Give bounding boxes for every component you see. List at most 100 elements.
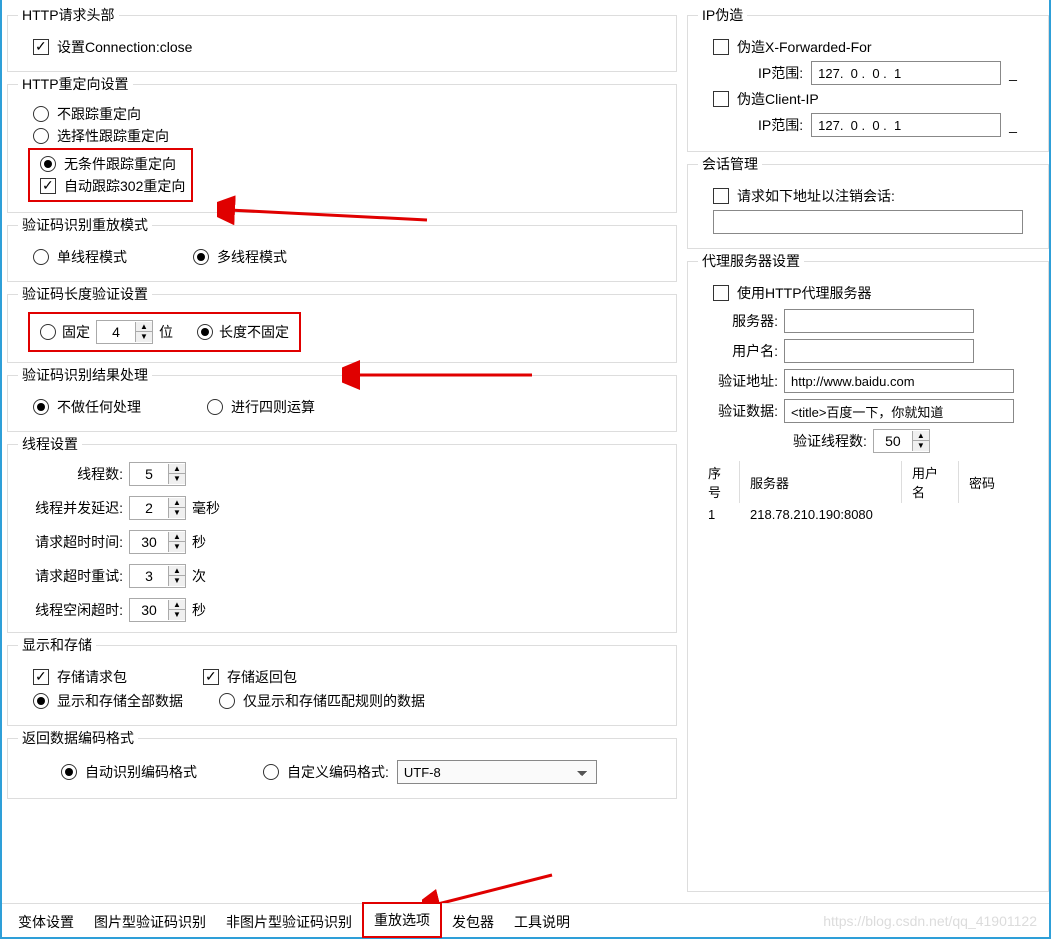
dash-label: _ — [1009, 65, 1017, 81]
thread-timeout-spinner[interactable]: ▲▼ — [129, 530, 186, 554]
storage-group: 显示和存储 存储请求包 存储返回包 显示和存储全部数据 仅显示和存储匹配规则的数… — [7, 635, 677, 726]
use-proxy-checkbox[interactable] — [713, 285, 729, 301]
store-resp-label: 存储返回包 — [227, 667, 297, 687]
up-icon[interactable]: ▲ — [169, 464, 185, 474]
down-icon[interactable]: ▼ — [913, 441, 929, 451]
http-header-legend: HTTP请求头部 — [18, 5, 119, 25]
down-icon[interactable]: ▼ — [169, 576, 185, 586]
redirect-selective-radio[interactable] — [33, 128, 49, 144]
tab-variant[interactable]: 变体设置 — [8, 905, 84, 938]
tab-image-captcha[interactable]: 图片型验证码识别 — [84, 905, 216, 938]
store-resp-checkbox[interactable] — [203, 669, 219, 685]
conn-close-label: 设置Connection:close — [57, 37, 192, 57]
redirect-unconditional-label: 无条件跟踪重定向 — [64, 154, 176, 174]
up-icon[interactable]: ▲ — [913, 431, 929, 441]
auto302-checkbox[interactable] — [40, 178, 56, 194]
show-all-radio[interactable] — [33, 693, 49, 709]
thread-timeout-input[interactable] — [130, 532, 168, 552]
encoding-select[interactable]: UTF-8 — [397, 760, 597, 784]
verify-threads-input[interactable] — [874, 431, 912, 451]
fixed-len-input[interactable] — [97, 322, 135, 342]
xff-ip-input[interactable] — [811, 61, 1001, 85]
multi-thread-label: 多线程模式 — [217, 247, 287, 267]
redirect-legend: HTTP重定向设置 — [18, 74, 133, 94]
proxy-user-input[interactable] — [784, 339, 974, 363]
thread-delay-spinner[interactable]: ▲▼ — [129, 496, 186, 520]
logout-url-input[interactable] — [713, 210, 1023, 234]
result-none-radio[interactable] — [33, 399, 49, 415]
thread-retry-spinner[interactable]: ▲▼ — [129, 564, 186, 588]
down-icon[interactable]: ▼ — [169, 610, 185, 620]
verify-data-label: 验证数据: — [713, 401, 778, 421]
conn-close-checkbox[interactable] — [33, 39, 49, 55]
thread-timeout-label: 请求超时时间: — [33, 532, 123, 552]
proxy-server-input[interactable] — [784, 309, 974, 333]
replay-mode-group: 验证码识别重放模式 单线程模式 多线程模式 — [7, 215, 677, 282]
tab-tool-info[interactable]: 工具说明 — [504, 905, 580, 938]
th-user[interactable]: 用户名 — [904, 461, 959, 503]
redirect-group: HTTP重定向设置 不跟踪重定向 选择性跟踪重定向 无条件跟踪重定向 自动跟踪3… — [7, 74, 677, 213]
redirect-none-radio[interactable] — [33, 106, 49, 122]
clientip-checkbox[interactable] — [713, 91, 729, 107]
encoding-auto-radio[interactable] — [61, 764, 77, 780]
xff-checkbox[interactable] — [713, 39, 729, 55]
down-icon[interactable]: ▼ — [169, 508, 185, 518]
verify-threads-label: 验证线程数: — [793, 431, 867, 451]
proxy-user-label: 用户名: — [713, 341, 778, 361]
table-header-row: 序号 服务器 用户名 密码 — [700, 461, 1036, 503]
down-icon[interactable]: ▼ — [169, 542, 185, 552]
thread-retry-input[interactable] — [130, 566, 168, 586]
thread-idle-spinner[interactable]: ▲▼ — [129, 598, 186, 622]
logout-checkbox[interactable] — [713, 188, 729, 204]
single-thread-radio[interactable] — [33, 249, 49, 265]
redirect-unconditional-radio[interactable] — [40, 156, 56, 172]
redirect-selective-label: 选择性跟踪重定向 — [57, 126, 169, 146]
table-row[interactable]: 1 218.78.210.190:8080 — [700, 505, 1036, 524]
clientip-ip-input[interactable] — [811, 113, 1001, 137]
up-icon[interactable]: ▲ — [169, 532, 185, 542]
single-thread-label: 单线程模式 — [57, 247, 127, 267]
thread-count-spinner[interactable]: ▲▼ — [129, 462, 186, 486]
th-server[interactable]: 服务器 — [742, 461, 902, 503]
multi-thread-radio[interactable] — [193, 249, 209, 265]
result-math-radio[interactable] — [207, 399, 223, 415]
store-req-checkbox[interactable] — [33, 669, 49, 685]
up-icon[interactable]: ▲ — [169, 566, 185, 576]
verify-data-input[interactable] — [784, 399, 1014, 423]
up-icon[interactable]: ▲ — [169, 498, 185, 508]
down-icon[interactable]: ▼ — [136, 332, 152, 342]
thread-delay-input[interactable] — [130, 498, 168, 518]
ip-spoof-legend: IP伪造 — [698, 5, 747, 25]
thread-idle-label: 线程空闲超时: — [33, 600, 123, 620]
watermark: https://blog.csdn.net/qq_41901122 — [823, 913, 1037, 929]
down-icon[interactable]: ▼ — [169, 474, 185, 484]
verify-url-input[interactable] — [784, 369, 1014, 393]
auto302-label: 自动跟踪302重定向 — [64, 176, 185, 196]
notfixed-len-radio[interactable] — [197, 324, 213, 340]
session-group: 会话管理 请求如下地址以注销会话: — [687, 154, 1049, 249]
ip-spoof-group: IP伪造 伪造X-Forwarded-For IP范围: _ 伪造Client-… — [687, 5, 1049, 152]
storage-legend: 显示和存储 — [18, 635, 96, 655]
up-icon[interactable]: ▲ — [169, 600, 185, 610]
tab-packet-sender[interactable]: 发包器 — [442, 905, 504, 938]
th-seq[interactable]: 序号 — [700, 461, 740, 503]
proxy-legend: 代理服务器设置 — [698, 251, 804, 271]
tab-nonimage-captcha[interactable]: 非图片型验证码识别 — [216, 905, 362, 938]
thread-count-input[interactable] — [130, 464, 168, 484]
show-match-radio[interactable] — [219, 693, 235, 709]
fixed-len-radio[interactable] — [40, 324, 56, 340]
th-pass[interactable]: 密码 — [961, 461, 1036, 503]
fixed-len-unit: 位 — [159, 322, 173, 342]
up-icon[interactable]: ▲ — [136, 322, 152, 332]
thread-count-label: 线程数: — [33, 464, 123, 484]
thread-idle-input[interactable] — [130, 600, 168, 620]
replay-mode-legend: 验证码识别重放模式 — [18, 215, 152, 235]
encoding-custom-radio[interactable] — [263, 764, 279, 780]
fixed-len-spinner[interactable]: ▲▼ — [96, 320, 153, 344]
fixed-len-label: 固定 — [62, 322, 90, 342]
captcha-result-group: 验证码识别结果处理 不做任何处理 进行四则运算 — [7, 365, 677, 432]
verify-threads-spinner[interactable]: ▲▼ — [873, 429, 930, 453]
xff-range-label: IP范围: — [758, 63, 803, 83]
tab-replay-options[interactable]: 重放选项 — [362, 902, 442, 938]
thread-delay-label: 线程并发延迟: — [33, 498, 123, 518]
